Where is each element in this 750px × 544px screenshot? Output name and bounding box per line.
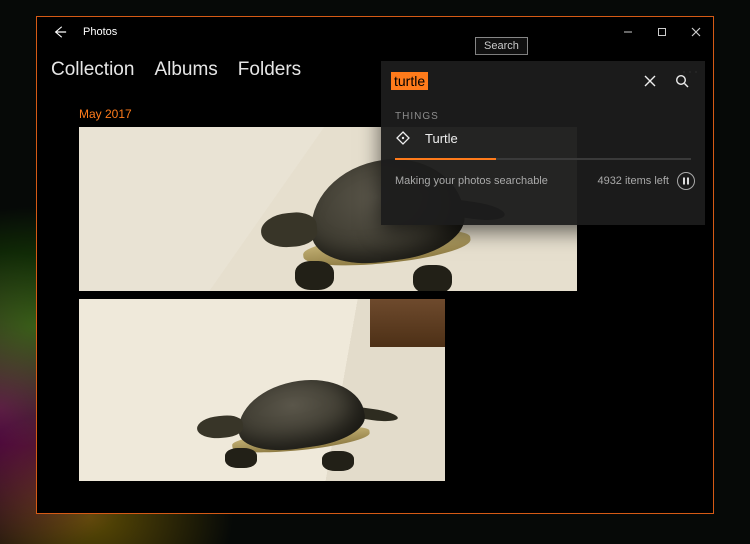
indexing-items-left: 4932 items left: [597, 175, 669, 187]
close-button[interactable]: [679, 17, 713, 47]
indexing-progress-bar: [395, 158, 691, 160]
indexing-progress-fill: [395, 158, 496, 160]
app-title: Photos: [83, 26, 117, 38]
search-icon: [675, 74, 689, 88]
indexing-status-row: Making your photos searchable 4932 items…: [381, 160, 705, 190]
search-panel: turtle THINGS Turtle Making your photos …: [381, 61, 705, 225]
tab-collection[interactable]: Collection: [51, 59, 134, 81]
suggestion-item[interactable]: Turtle: [381, 128, 705, 156]
maximize-button[interactable]: [645, 17, 679, 47]
minimize-icon: [623, 27, 633, 37]
tab-folders[interactable]: Folders: [238, 59, 301, 81]
minimize-button[interactable]: [611, 17, 645, 47]
pause-icon: [682, 177, 690, 185]
photos-app-window: Photos Search Collection Albums Folders …: [36, 16, 714, 514]
tab-albums[interactable]: Albums: [154, 59, 217, 81]
back-arrow-icon: [53, 25, 67, 39]
titlebar: Photos Search: [37, 17, 713, 47]
back-button[interactable]: [37, 17, 83, 47]
search-input[interactable]: turtle: [391, 72, 428, 90]
maximize-icon: [657, 27, 667, 37]
photo-thumbnail[interactable]: [79, 299, 445, 481]
tag-icon: [395, 130, 411, 146]
window-controls: [611, 17, 713, 47]
turtle-illustration: [179, 339, 409, 479]
close-icon: [643, 74, 657, 88]
suggestions-header: THINGS: [381, 101, 705, 128]
search-button[interactable]: [669, 68, 695, 94]
suggestion-label: Turtle: [425, 131, 458, 146]
close-icon: [691, 27, 701, 37]
indexing-status-text: Making your photos searchable: [395, 175, 548, 187]
search-input-row: turtle: [381, 61, 705, 101]
pause-indexing-button[interactable]: [677, 172, 695, 190]
clear-search-button[interactable]: [637, 68, 663, 94]
